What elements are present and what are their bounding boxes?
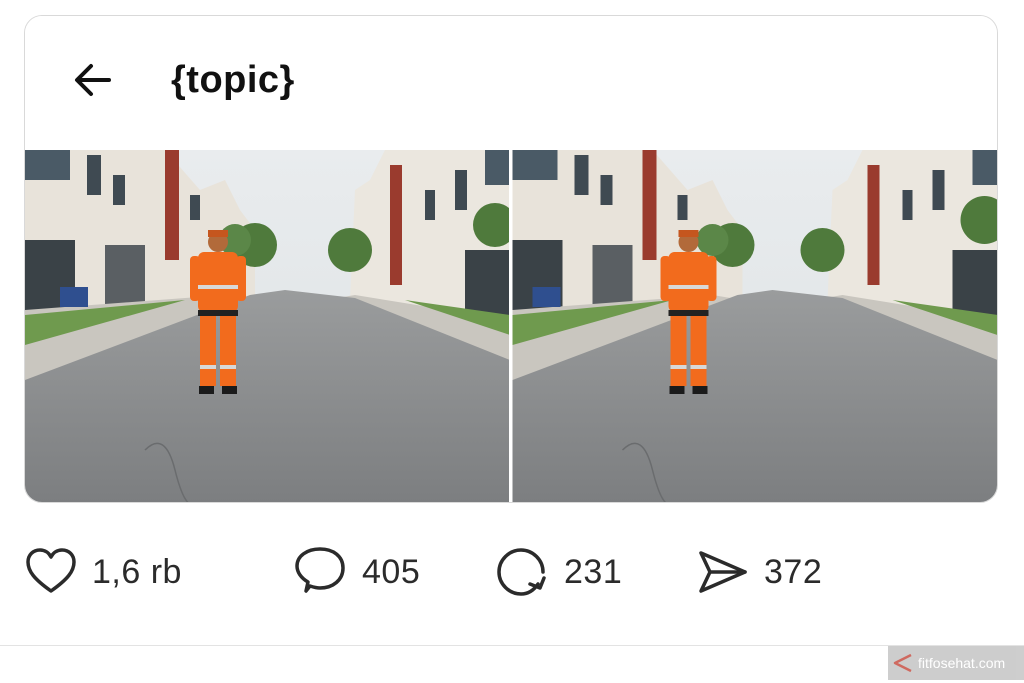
post-title: {topic} [171, 59, 295, 101]
send-icon [699, 551, 747, 593]
share-button[interactable]: 372 [696, 540, 822, 604]
post-photo-2[interactable] [512, 150, 997, 502]
heart-icon [26, 548, 76, 593]
repost-count: 231 [564, 552, 623, 591]
back-button[interactable] [69, 56, 117, 104]
post-page: {topic} 1,6 rb 405 231 372 fitfosehat.co… [0, 0, 1024, 683]
watermark: fitfosehat.com [888, 646, 1024, 680]
comment-button[interactable]: 405 [292, 540, 420, 604]
post-card: {topic} [24, 15, 998, 503]
action-bar: 1,6 rb 405 231 372 [0, 540, 1024, 604]
post-photo-1[interactable] [25, 150, 509, 502]
comment-count: 405 [362, 552, 421, 591]
share-count: 372 [764, 552, 823, 591]
watermark-text: fitfosehat.com [918, 655, 1006, 671]
like-count: 1,6 rb [92, 552, 182, 591]
play-logo-icon [893, 653, 912, 673]
repost-button[interactable]: 231 [494, 540, 622, 604]
repost-icon [497, 548, 546, 596]
like-button[interactable]: 1,6 rb [24, 540, 182, 604]
speech-bubble-icon [295, 547, 345, 593]
divider [0, 645, 1024, 646]
arrow-left-icon [75, 64, 111, 96]
post-header: {topic} [25, 16, 997, 150]
media-gallery [25, 150, 997, 502]
